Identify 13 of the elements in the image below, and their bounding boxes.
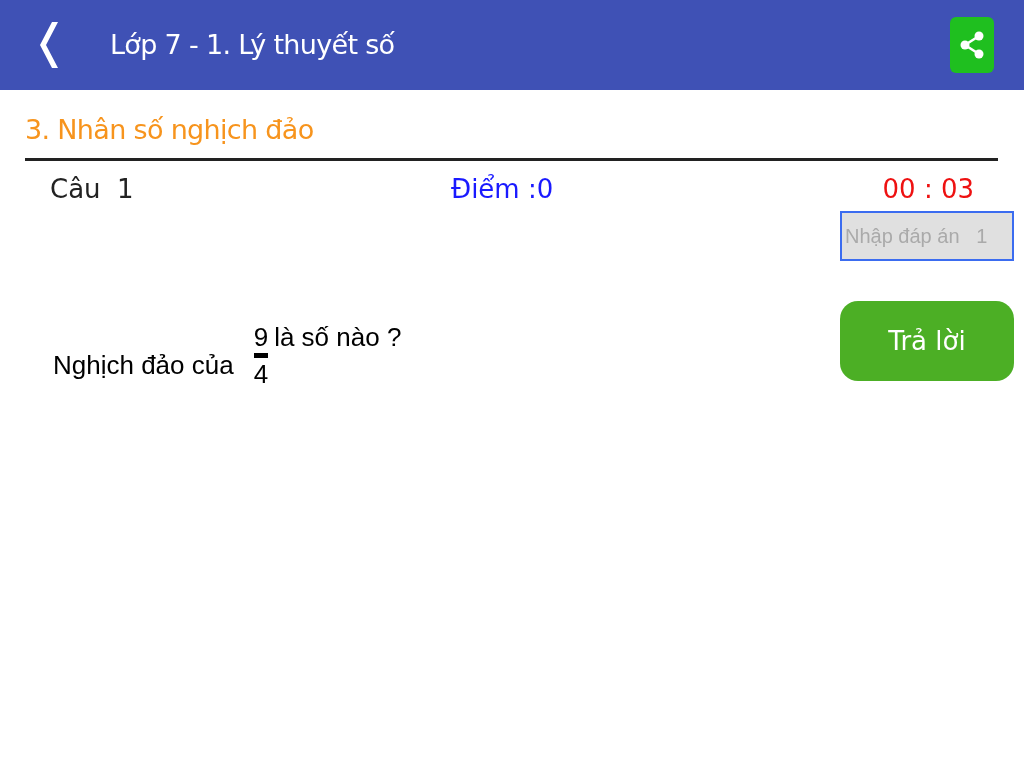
fraction-bar [253,353,268,358]
question-number: Câu 1 [50,172,135,206]
question-text: Nghịch đảo của [53,349,234,382]
question-text: là số nào ? [274,321,402,353]
app-title: Lớp 7 - 1. Lý thuyết số [110,27,395,62]
fraction-denominator: 4 [253,358,269,390]
fraction-numerator: 9 [253,321,269,353]
share-button[interactable] [950,17,994,73]
section-title: 3. Nhân số nghịch đảo [25,113,315,147]
timer: 00 : 03 [882,172,974,206]
answer-button[interactable]: Trả lời [840,301,1014,381]
score-label: Điểm :0 [451,172,554,206]
share-icon [959,31,985,59]
